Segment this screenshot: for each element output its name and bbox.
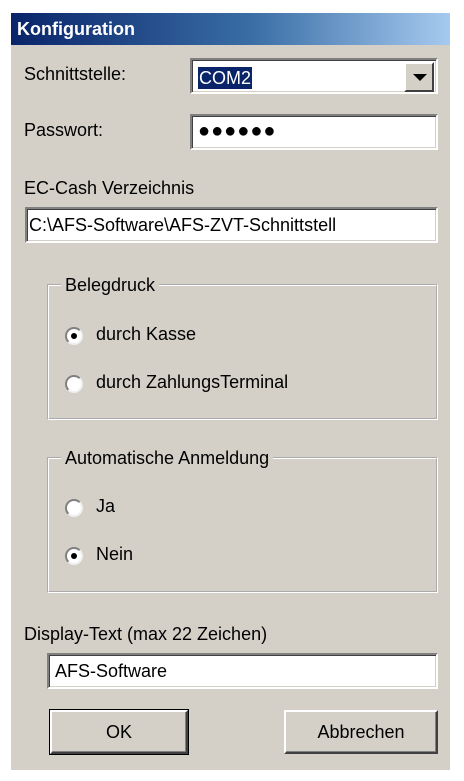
password-label: Passwort: [24,120,104,140]
title-bar[interactable]: Konfiguration [11,13,450,45]
ok-button-label: OK [105,722,132,742]
receipt-print-legend: Belegdruck [61,275,160,296]
display-text-value: AFS-Software [55,661,168,681]
radio-durch-zahlungsterminal[interactable] [65,375,83,393]
chevron-down-icon [413,74,427,81]
ec-cash-path-field[interactable]: C:\AFS-Software\AFS-ZVT-Schnittstell [25,207,438,243]
radio-durch-kasse[interactable] [65,327,83,345]
ok-button[interactable]: OK [49,709,189,755]
display-text-field[interactable]: AFS-Software [47,653,438,689]
ec-cash-path-value: C:\AFS-Software\AFS-ZVT-Schnittstell [29,215,337,235]
password-field[interactable]: ●●●●●● [190,114,438,150]
radio-ja-label[interactable]: Ja [96,496,115,517]
ec-cash-label: EC-Cash Verzeichnis [24,178,195,198]
interface-combobox[interactable]: COM2 [190,58,438,94]
radio-ja[interactable] [65,499,83,517]
interface-selected-value: COM2 [198,67,253,89]
dropdown-button[interactable] [404,62,434,92]
display-text-label: Display-Text (max 22 Zeichen) [24,624,268,644]
radio-nein[interactable] [65,547,83,565]
auto-login-legend: Automatische Anmeldung [61,448,274,469]
radio-durch-kasse-label[interactable]: durch Kasse [96,324,196,345]
config-dialog: Konfiguration Schnittstelle: COM2 Passwo… [11,13,450,770]
cancel-button-label: Abbrechen [317,722,405,742]
receipt-print-group [47,284,438,420]
radio-nein-label: Nein [96,544,134,564]
dialog-title: Konfiguration [17,19,135,39]
radio-selected-dot [71,333,77,339]
interface-label: Schnittstelle: [24,64,127,84]
radio-durch-zahlungsterminal-label[interactable]: durch ZahlungsTerminal [96,372,288,393]
password-masked-value: ●●●●●● [198,120,277,142]
cancel-button[interactable]: Abbrechen [284,710,438,754]
auto-login-group [47,457,438,593]
radio-selected-dot [71,553,77,559]
